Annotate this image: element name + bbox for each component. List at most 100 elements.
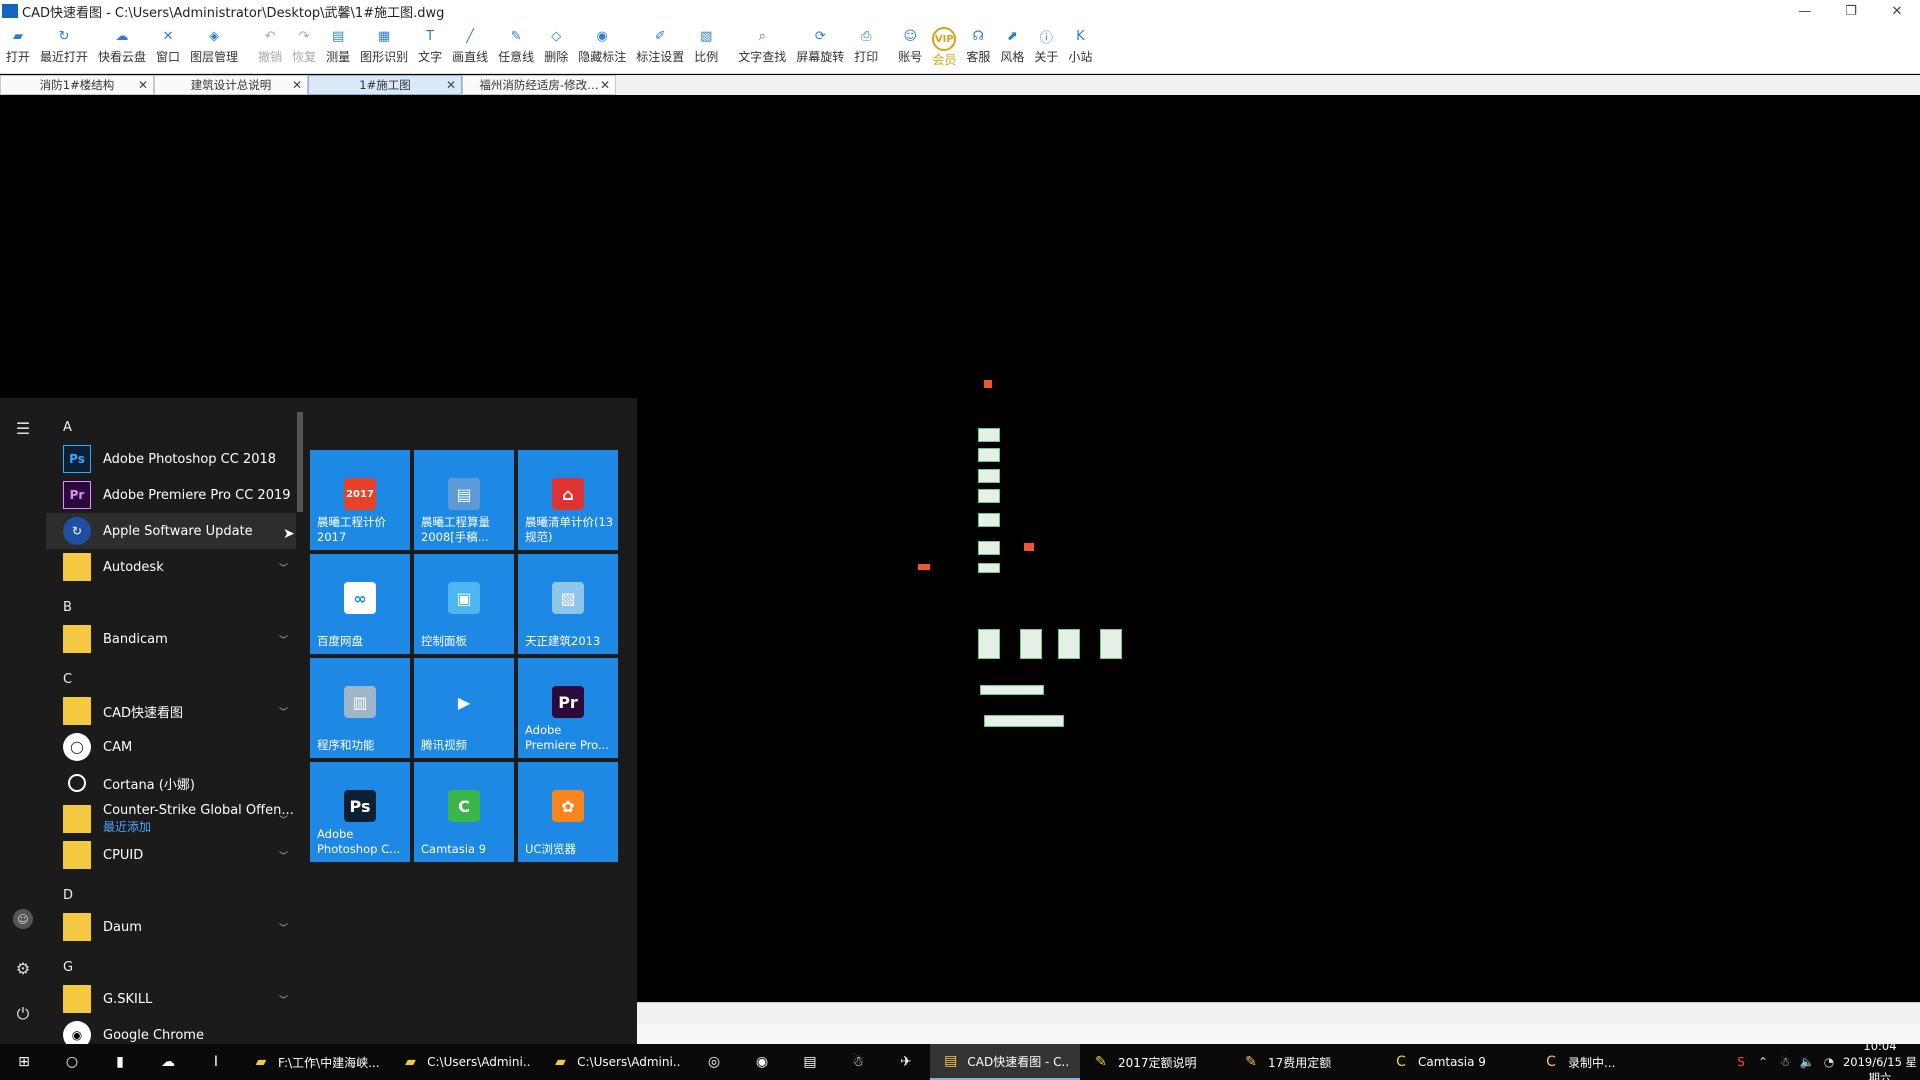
scrollbar-thumb[interactable] (297, 412, 303, 512)
drawing-sheet[interactable] (978, 489, 1000, 503)
toolbar-folder-open-button[interactable]: ▰ 打开 (6, 22, 30, 65)
toolbar-text-search-button[interactable]: ⌕ 文字查找 (738, 22, 786, 65)
app-list-item[interactable]: CAD快速看图 ﹀ (46, 693, 296, 729)
close-icon[interactable]: ✕ (600, 78, 610, 92)
toolbar-style-button[interactable]: ⬈ 风格 (1000, 22, 1024, 65)
doc-tab[interactable]: 1#施工图 ✕ (308, 75, 462, 95)
chevron-down-icon[interactable]: ﹀ (279, 813, 288, 826)
editor-i-taskbar-button[interactable]: I (192, 1044, 240, 1080)
taskbar-task[interactable]: ▤ CAD快速看图 - C... (930, 1044, 1080, 1080)
chevron-down-icon[interactable]: ﹀ (279, 921, 288, 934)
toolbar-eraser-button[interactable]: ◇ 删除 (544, 22, 568, 65)
drawing-sheet[interactable] (1100, 629, 1122, 659)
start-taskbar-button[interactable]: ⊞ (0, 1044, 48, 1080)
toolbar-vip-button[interactable]: VIP 会员 (932, 22, 956, 68)
chevron-down-icon[interactable]: ﹀ (279, 849, 288, 862)
start-tile[interactable]: ∞ 百度网盘 (310, 554, 410, 654)
taskbar-task[interactable]: ✎ 2017定额说明 (1080, 1044, 1230, 1080)
drawing-sheet[interactable] (978, 541, 1000, 555)
cortana-circle-taskbar-button[interactable]: ○ (48, 1044, 96, 1080)
taskbar-task[interactable]: ▰ F:\工作\中建海峡... (240, 1044, 390, 1080)
chevron-down-icon[interactable]: ﹀ (279, 561, 288, 574)
toolbar-pen-button[interactable]: ✎ 任意线 (498, 22, 534, 65)
toolbar-window-button[interactable]: ✕ 窗口 (156, 22, 180, 65)
app-list-item[interactable]: Bandicam ﹀ (46, 621, 296, 657)
drawing-sheet[interactable] (978, 629, 1000, 659)
toolbar-k-station-button[interactable]: K 小站 (1068, 22, 1092, 65)
toolbar-rotate-screen-button[interactable]: ⟳ 屏幕旋转 (796, 22, 844, 65)
netease-music-taskbar-button[interactable]: ◎ (690, 1044, 738, 1080)
toolbar-headset-button[interactable]: ☊ 客服 (966, 22, 990, 65)
app-list-item[interactable]: Pr Adobe Premiere Pro CC 2019 (46, 477, 296, 513)
start-tile[interactable]: ✿ UC浏览器 (518, 762, 618, 862)
start-tile[interactable]: Ps Adobe Photoshop C... (310, 762, 410, 862)
toolbar-line-button[interactable]: ╱ 画直线 (452, 22, 488, 65)
doc-tab[interactable]: 消防1#楼结构 ✕ (0, 75, 154, 95)
app-list-item[interactable]: Daum ﹀ (46, 909, 296, 945)
toolbar-text-button[interactable]: T 文字 (418, 22, 442, 65)
hamburger-menu-icon[interactable]: ☰ (13, 418, 33, 438)
toolbar-scale-button[interactable]: ▧ 比例 (694, 22, 718, 65)
toolbar-layers-button[interactable]: ◈ 图层管理 (190, 22, 238, 65)
chevron-down-icon[interactable]: ﹀ (279, 633, 288, 646)
drawing-sheet[interactable] (978, 563, 1000, 573)
taskbar-task[interactable]: ▰ C:\Users\Admini... (390, 1044, 540, 1080)
toolbar-eye-hide-button[interactable]: ◉ 隐藏标注 (578, 22, 626, 65)
power-icon[interactable]: ⏻ (13, 1004, 33, 1024)
drawing-sheet[interactable] (978, 513, 1000, 527)
toolbar-redo-button[interactable]: ↷ 恢复 (292, 22, 316, 65)
minimize-button[interactable]: — (1782, 0, 1828, 22)
taskbar-task[interactable]: ✎ 17费用定额 (1230, 1044, 1380, 1080)
clock[interactable]: 10:04 2019/6/15 星期六 (1840, 1038, 1920, 1080)
start-tile[interactable]: ▨ 天正建筑2013 (518, 554, 618, 654)
horizontal-scrollbar[interactable] (637, 1002, 1920, 1024)
wechat-taskbar-button[interactable]: ☁ (144, 1044, 192, 1080)
app-list-item[interactable]: Cortana (小娜) (46, 765, 296, 801)
toolbar-user-button[interactable]: ☺ 账号 (898, 22, 922, 65)
close-button[interactable]: ✕ (1874, 0, 1920, 22)
drawing-sheet[interactable] (984, 715, 1064, 727)
toolbar-recent-button[interactable]: ↻ 最近打开 (40, 22, 88, 65)
drawing-sheet[interactable] (1020, 629, 1042, 659)
settings-gear-icon[interactable]: ⚙ (13, 958, 33, 978)
section-letter[interactable]: D (63, 888, 73, 903)
qq-taskbar-button[interactable]: ☃ (834, 1044, 882, 1080)
toolbar-cloud-button[interactable]: ☁ 快看云盘 (98, 22, 146, 65)
drawing-sheet[interactable] (980, 685, 1044, 695)
drawing-sheet[interactable] (978, 448, 1000, 462)
close-icon[interactable]: ✕ (446, 78, 456, 92)
drawing-sheet[interactable] (978, 428, 1000, 442)
start-tile[interactable]: ▥ 程序和功能 (310, 658, 410, 758)
toolbar-printer-button[interactable]: ⎙ 打印 (854, 22, 878, 65)
app-list-item[interactable]: ◉ Google Chrome (46, 1017, 296, 1044)
section-letter[interactable]: B (63, 600, 72, 615)
notepad-taskbar-button[interactable]: ▮ (96, 1044, 144, 1080)
cad-taskbar-button[interactable]: ▤ (786, 1044, 834, 1080)
restore-button[interactable]: ❐ (1828, 0, 1874, 22)
app-list-item[interactable]: Autodesk ﹀ (46, 549, 296, 585)
start-tile[interactable]: ▣ 控制面板 (414, 554, 514, 654)
qq-tray-icon[interactable]: ☃ (1774, 1055, 1796, 1069)
start-tile[interactable]: Pr Adobe Premiere Pro... (518, 658, 618, 758)
start-tile[interactable]: ⌂ 晨曦清单计价(13规范) (518, 450, 618, 550)
taskbar-task[interactable]: ▰ C:\Users\Admini... (540, 1044, 690, 1080)
start-tile[interactable]: ▶ 腾讯视频 (414, 658, 514, 758)
close-icon[interactable]: ✕ (138, 78, 148, 92)
app-list-item[interactable]: Ps Adobe Photoshop CC 2018 (46, 441, 296, 477)
chevron-down-icon[interactable]: ﹀ (279, 993, 288, 1006)
section-letter[interactable]: C (63, 672, 72, 687)
start-tile[interactable]: ▤ 晨曦工程算量2008[手稿... (414, 450, 514, 550)
toolbar-measure-button[interactable]: ▤ 测量 (326, 22, 350, 65)
drawing-sheet[interactable] (978, 469, 1000, 483)
volume-icon[interactable]: 🔈 (1796, 1055, 1818, 1069)
toolbar-info-button[interactable]: ⓘ 关于 (1034, 22, 1058, 65)
taskbar-task[interactable]: C 录制中... (1530, 1044, 1680, 1080)
toolbar-annotation-settings-button[interactable]: ✐ 标注设置 (636, 22, 684, 65)
doc-tab[interactable]: 建筑设计总说明 ✕ (154, 75, 308, 95)
sogou-ime-icon[interactable]: S (1730, 1055, 1752, 1069)
chevron-up-icon[interactable]: ⌃ (1752, 1055, 1774, 1069)
start-tile[interactable]: 2017 晨曦工程计价2017 (310, 450, 410, 550)
drawing-sheet[interactable] (1058, 629, 1080, 659)
toolbar-shape-recognize-button[interactable]: ▦ 图形识别 (360, 22, 408, 65)
app-list-item[interactable]: Counter-Strike Global Offen... 最近添加 ﹀ (46, 801, 296, 837)
